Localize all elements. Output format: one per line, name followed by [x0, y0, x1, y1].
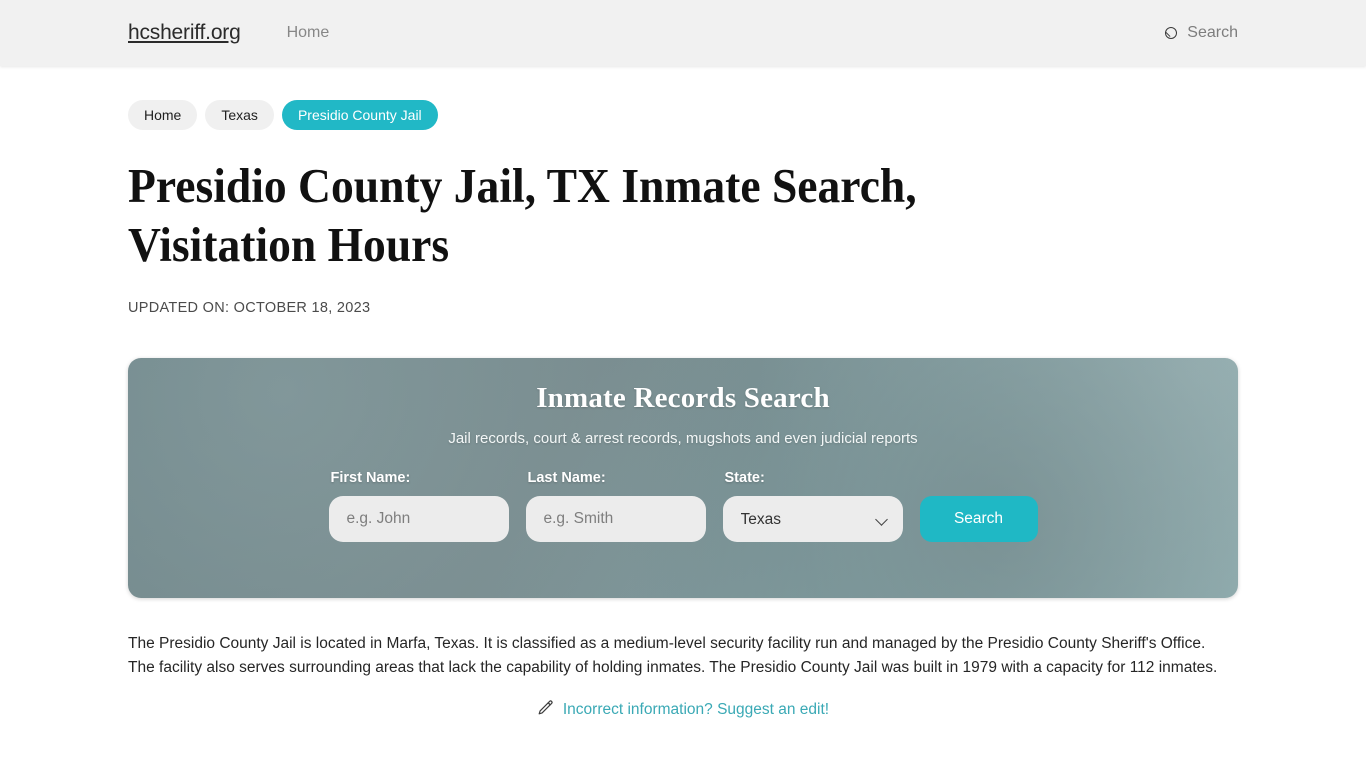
last-name-input[interactable] — [525, 496, 706, 542]
site-brand[interactable]: hcsheriff.org — [128, 21, 241, 45]
inmate-records-search-panel: Inmate Records Search Jail records, cour… — [128, 358, 1238, 598]
page-title: Presidio County Jail, TX Inmate Search, … — [128, 158, 917, 272]
page-content: Home Texas Presidio County Jail Presidio… — [0, 66, 1366, 721]
pencil-icon — [537, 699, 554, 721]
first-name-label: First Name: — [330, 470, 411, 486]
panel-subtitle: Jail records, court & arrest records, mu… — [448, 430, 918, 447]
facility-description: The Presidio County Jail is located in M… — [128, 635, 1218, 676]
first-name-input[interactable] — [328, 496, 509, 542]
state-select[interactable]: Texas — [722, 496, 903, 542]
updated-date: UPDATED ON: OCTOBER 18, 2023 — [128, 300, 371, 316]
suggest-edit-link[interactable]: Incorrect information? Suggest an edit! — [563, 701, 829, 719]
first-name-field-group: First Name: — [328, 470, 509, 542]
breadcrumb: Home Texas Presidio County Jail — [128, 66, 1238, 130]
nav-item-home[interactable]: Home — [287, 24, 330, 42]
state-field-group: State: Texas — [722, 470, 903, 542]
search-submit-button[interactable]: Search — [919, 496, 1038, 542]
header-search-label: Search — [1187, 24, 1238, 41]
search-icon — [1165, 26, 1180, 42]
breadcrumb-item-home[interactable]: Home — [128, 100, 198, 130]
header-search-button[interactable]: Search — [1165, 24, 1238, 42]
last-name-label: Last Name: — [527, 470, 606, 486]
last-name-field-group: Last Name: — [525, 470, 706, 542]
inmate-search-form: First Name: Last Name: State: Texas Sear… — [128, 470, 1238, 542]
breadcrumb-item-current: Presidio County Jail — [281, 100, 438, 130]
suggest-edit-row: Incorrect information? Suggest an edit! — [128, 699, 1238, 721]
breadcrumb-item-texas[interactable]: Texas — [205, 100, 274, 130]
header-inner: hcsheriff.org Home Search — [0, 21, 1366, 45]
panel-title: Inmate Records Search — [536, 382, 830, 414]
site-header: hcsheriff.org Home Search — [0, 0, 1366, 66]
primary-nav: Home — [287, 24, 330, 42]
state-label: State: — [724, 470, 765, 486]
state-select-wrap: Texas — [722, 496, 903, 542]
